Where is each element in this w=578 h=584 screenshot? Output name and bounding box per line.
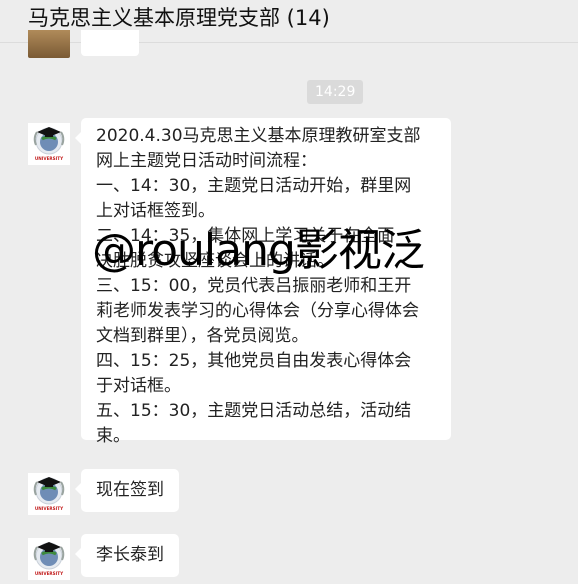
message-line: 2020.4.30马克思主义基本原理教研室支部 — [96, 126, 421, 146]
university-logo-icon: UNIVERSITY — [33, 542, 65, 576]
university-logo-icon: UNIVERSITY — [33, 477, 65, 511]
message-bubble[interactable] — [81, 30, 139, 56]
avatar[interactable]: UNIVERSITY — [28, 473, 70, 515]
message-bubble[interactable]: 现在签到 — [75, 469, 179, 512]
avatar-caption: UNIVERSITY — [35, 571, 64, 576]
watermark: @roulang影视泛 — [92, 225, 425, 276]
message-line: 网上主题党日活动时间流程： — [96, 151, 317, 171]
avatar[interactable]: UNIVERSITY — [28, 538, 70, 580]
message-line: 五、15：30，主题党日活动总结，活动结 — [96, 401, 412, 421]
message-line: 于对话框。 — [96, 376, 181, 396]
message-line: 一、14：30，主题党日活动开始，群里网 — [96, 176, 412, 196]
avatar[interactable]: UNIVERSITY — [28, 123, 70, 165]
timestamp: 14:29 — [307, 80, 364, 104]
message-line: 束。 — [96, 426, 130, 446]
message-bubble[interactable]: 李长泰到 — [75, 534, 179, 577]
avatar[interactable] — [28, 30, 70, 58]
message-text: 现在签到 — [96, 480, 164, 500]
message-line: 四、15：25，其他党员自由发表心得体会 — [96, 351, 412, 371]
message-bubble[interactable]: 2020.4.30马克思主义基本原理教研室支部 网上主题党日活动时间流程： 一、… — [75, 118, 451, 446]
avatar-caption: UNIVERSITY — [35, 156, 64, 161]
chat-title: 马克思主义基本原理党支部 (14) — [28, 6, 330, 30]
message-text: 李长泰到 — [96, 545, 164, 565]
avatar-caption: UNIVERSITY — [35, 506, 64, 511]
message-line: 莉老师发表学习的心得体会（分享心得体会 — [96, 301, 419, 321]
university-logo-icon: UNIVERSITY — [33, 127, 65, 161]
message-line: 文档到群里），各党员阅览。 — [96, 326, 309, 346]
